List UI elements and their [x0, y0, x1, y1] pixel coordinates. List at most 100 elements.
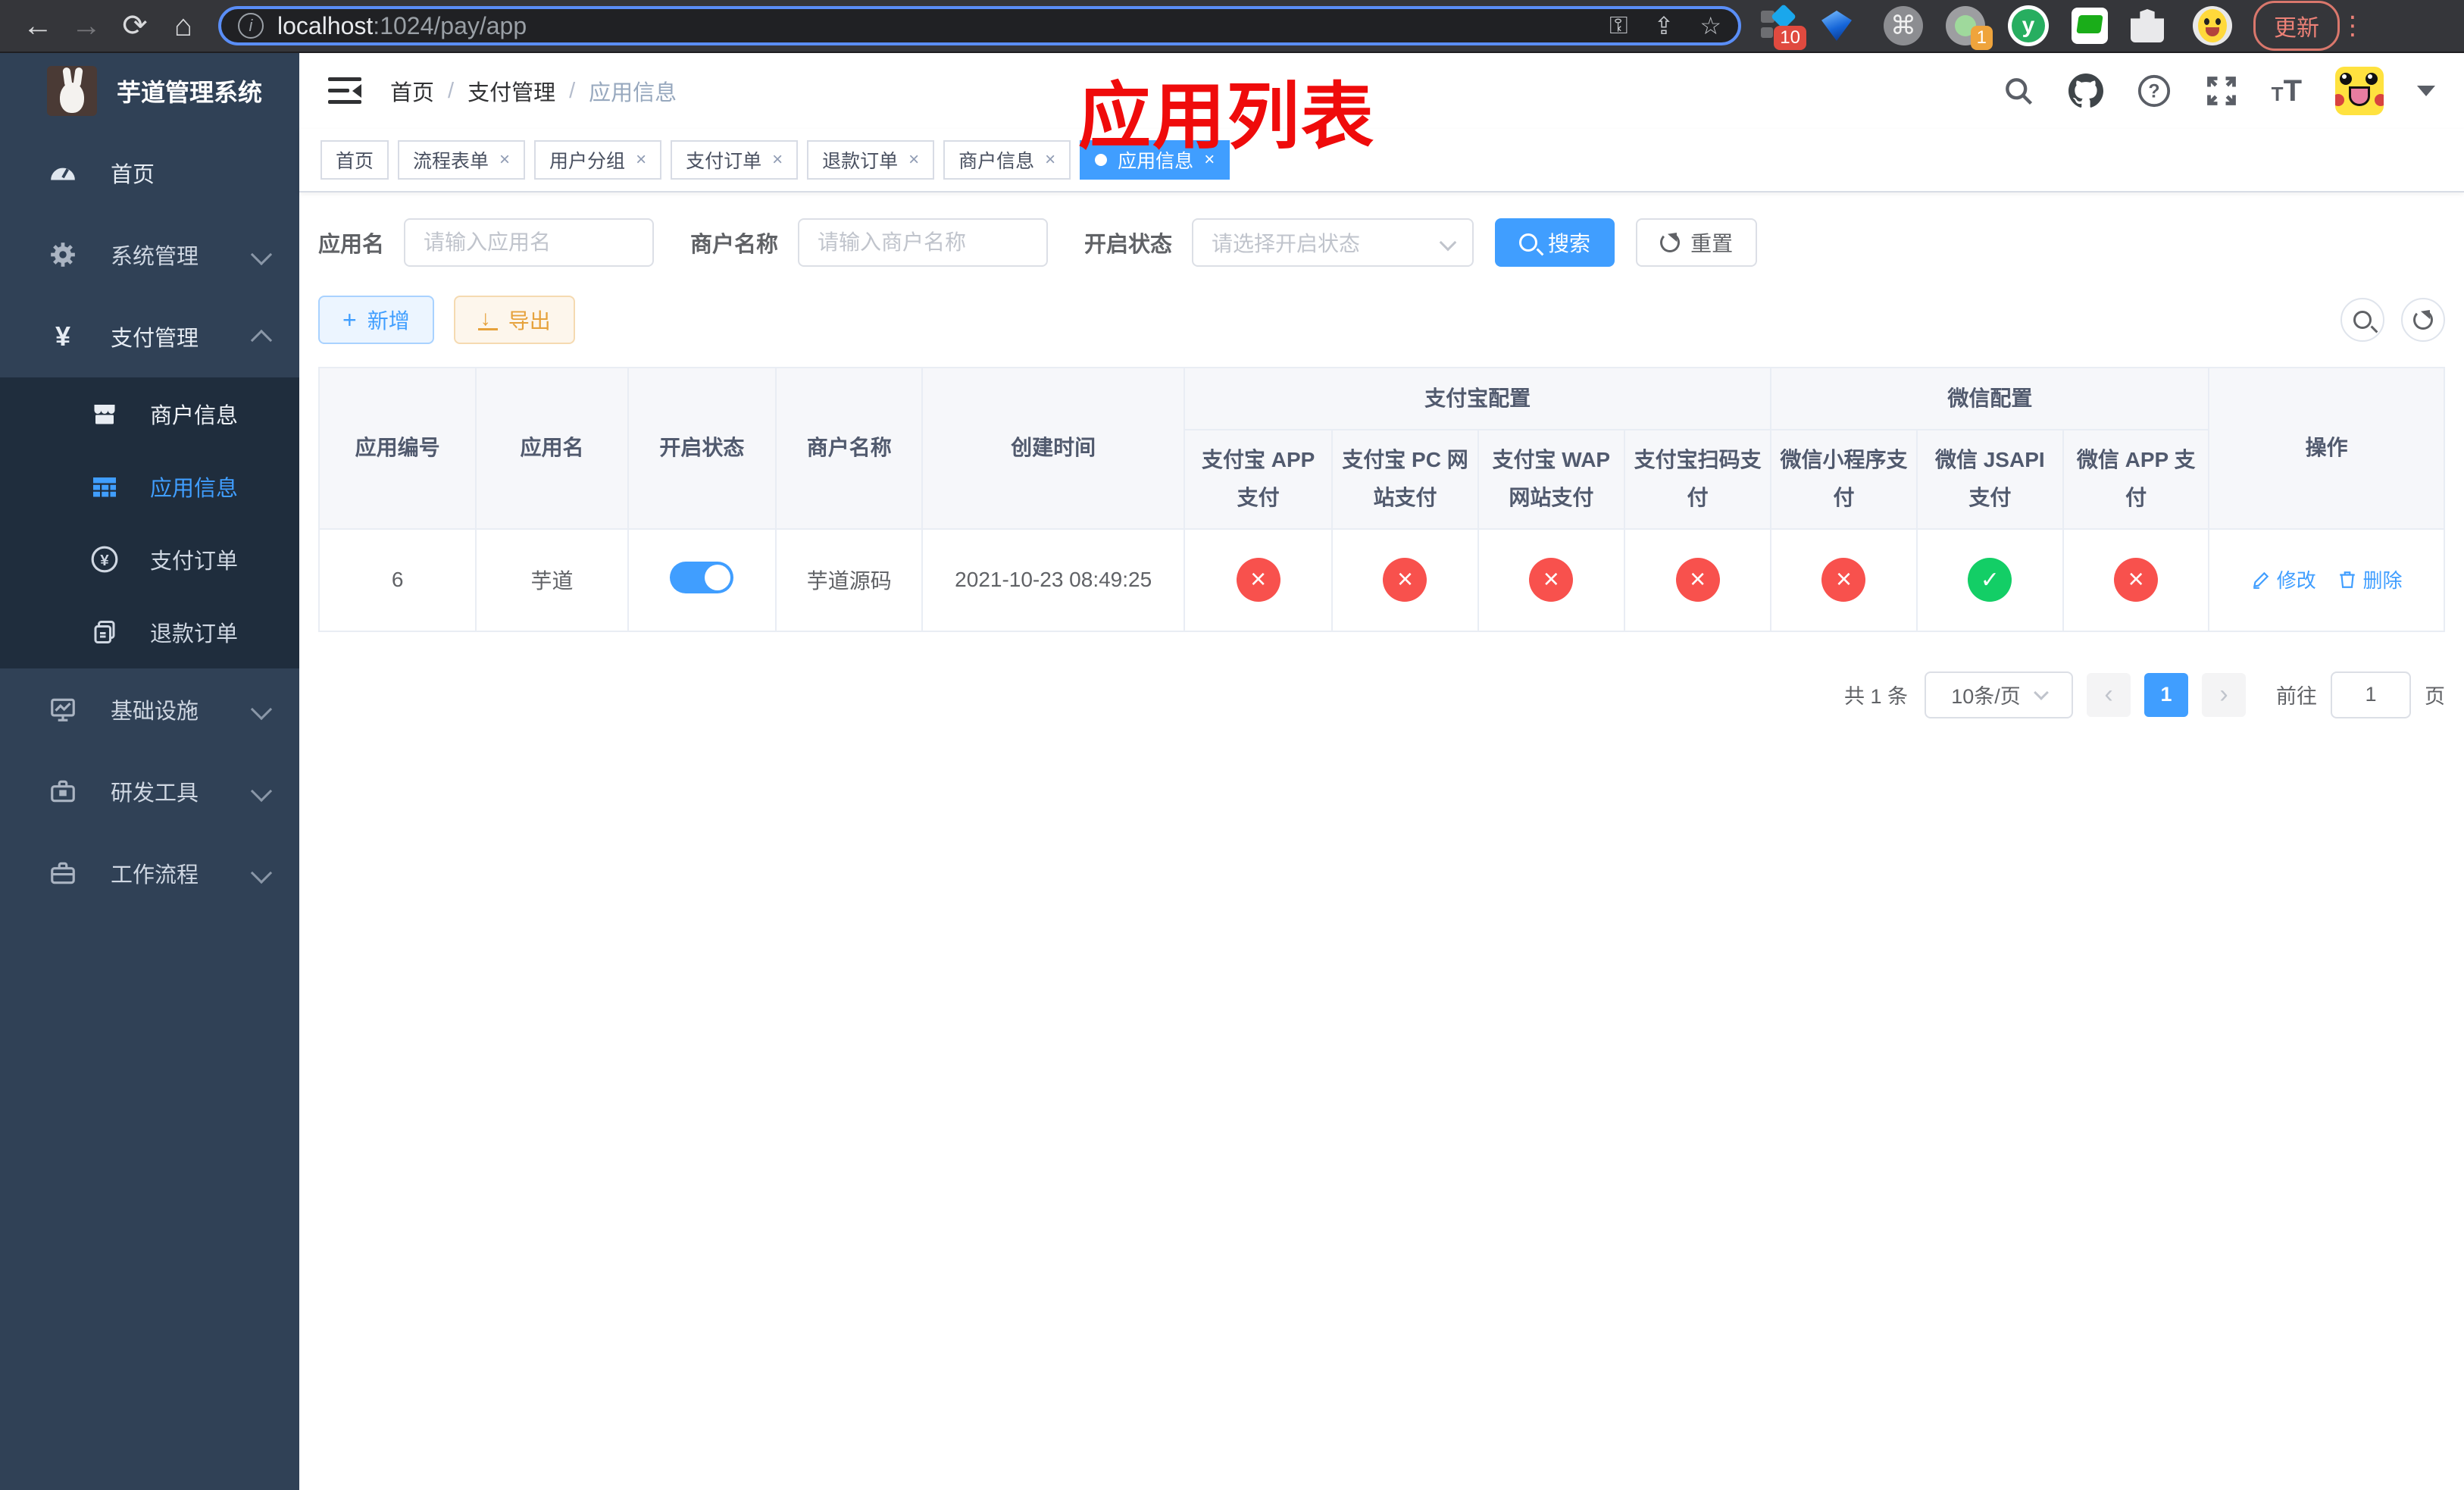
extension-raycast-icon[interactable]: 10 [1759, 4, 1806, 50]
goto-suffix: 页 [2425, 685, 2445, 709]
delete-link[interactable]: 删除 [2337, 565, 2403, 593]
extension-recorder-icon[interactable]: 1 [1946, 6, 1993, 50]
close-icon[interactable]: × [1045, 149, 1055, 171]
breadcrumb-payment[interactable]: 支付管理 [467, 75, 555, 107]
close-icon[interactable]: × [636, 149, 646, 171]
extension-command-icon[interactable]: ⌘ [1884, 6, 1923, 45]
export-button[interactable]: 导出 [453, 296, 575, 344]
breadcrumb-home[interactable]: 首页 [390, 75, 434, 107]
sidebar-item-merchant-info[interactable]: 商户信息 [0, 377, 299, 450]
chevron-down-icon [250, 780, 273, 803]
yen-icon: ¥ [55, 321, 71, 352]
search-icon [1519, 233, 1538, 252]
tab-user-group[interactable]: 用户分组 × [534, 140, 662, 180]
sidebar-item-payment[interactable]: ¥ 支付管理 [0, 296, 299, 377]
font-size-icon[interactable]: TT [2272, 76, 2302, 106]
site-info-icon[interactable]: i [238, 13, 264, 39]
search-form: 应用名 商户名称 开启状态 请选择开启状态 搜索 重置 [318, 218, 2445, 267]
col-status: 开启状态 [627, 367, 777, 530]
goto-page-input[interactable] [2331, 671, 2411, 718]
reset-button[interactable]: 重置 [1636, 218, 1758, 267]
refresh-table-button[interactable] [2401, 298, 2445, 342]
status-select[interactable]: 请选择开启状态 [1192, 218, 1474, 267]
edit-link[interactable]: 修改 [2251, 565, 2316, 593]
document-icon [89, 617, 120, 647]
forward-icon[interactable]: → [62, 1, 111, 51]
col-alipay-app: 支付宝 APP 支付 [1183, 429, 1334, 530]
add-button[interactable]: + 新增 [318, 296, 434, 344]
sidebar-item-workflow[interactable]: 工作流程 [0, 832, 299, 914]
refresh-icon [2413, 310, 2433, 330]
profile-avatar[interactable] [2193, 6, 2232, 45]
extension-gem-icon[interactable] [1821, 6, 1861, 45]
payment-submenu: 商户信息 应用信息 ¥ 支付订单 退款订单 [0, 377, 299, 668]
toggle-search-button[interactable] [2340, 298, 2384, 342]
address-bar[interactable]: i localhost:1024/pay/app ⚿ ⇪ ☆ [218, 6, 1741, 45]
sidebar-item-system[interactable]: 系统管理 [0, 214, 299, 296]
alipay-pc-status-off-icon [1383, 558, 1427, 603]
collapse-sidebar-icon[interactable] [328, 77, 361, 105]
url-text[interactable]: localhost:1024/pay/app [277, 12, 527, 40]
chevron-down-icon [2033, 684, 2049, 700]
sidebar-item-home[interactable]: 首页 [0, 132, 299, 214]
close-icon[interactable]: × [499, 149, 510, 171]
page-1-button[interactable]: 1 [2144, 672, 2188, 717]
sidebar-item-label: 应用信息 [150, 477, 239, 501]
tab-process-form[interactable]: 流程表单 × [398, 140, 526, 180]
edit-pen-icon [2253, 571, 2269, 589]
password-key-icon[interactable]: ⚿ [1609, 11, 1628, 40]
extension-yuque-icon[interactable]: y [2008, 5, 2049, 46]
fullscreen-icon[interactable] [2205, 74, 2238, 108]
sidebar-item-infrastructure[interactable]: 基础设施 [0, 668, 299, 750]
close-icon[interactable]: × [908, 149, 919, 171]
tab-refund-orders[interactable]: 退款订单 × [807, 140, 935, 180]
trash-icon [2339, 571, 2355, 588]
app-name-input[interactable] [404, 218, 655, 267]
sidebar-item-app-info[interactable]: 应用信息 [0, 450, 299, 523]
alipay-app-status-off-icon [1236, 558, 1280, 603]
sidebar-item-pay-orders[interactable]: ¥ 支付订单 [0, 523, 299, 596]
browser-menu-icon[interactable]: ⋮ [2340, 11, 2366, 41]
user-avatar[interactable] [2335, 67, 2384, 115]
bookmark-star-icon[interactable]: ☆ [1699, 11, 1721, 40]
sidebar-item-refund-orders[interactable]: 退款订单 [0, 596, 299, 668]
annotation-title: 应用列表 [1078, 77, 1375, 158]
reload-icon[interactable]: ⟳ [111, 1, 159, 51]
github-icon[interactable] [2068, 74, 2103, 108]
update-label: 更新 [2274, 16, 2319, 41]
tab-home[interactable]: 首页 [321, 140, 389, 180]
search-button[interactable]: 搜索 [1495, 218, 1615, 267]
back-icon[interactable]: ← [14, 1, 62, 51]
sidebar-logo[interactable]: 芋道管理系统 [0, 53, 299, 129]
avatar-caret-icon[interactable] [2417, 86, 2435, 96]
share-icon[interactable]: ⇪ [1654, 11, 1674, 40]
tab-pay-orders[interactable]: 支付订单 × [671, 140, 799, 180]
browser-update-button[interactable]: 更新 [2253, 1, 2340, 51]
pagination: 共 1 条 10条/页 ‹ 1 › 前往 页 [318, 671, 2445, 718]
help-icon[interactable]: ? [2137, 74, 2172, 108]
col-alipay-qr: 支付宝扫码支付 [1623, 429, 1772, 530]
toolbox-icon [47, 775, 79, 807]
status-label: 开启状态 [1084, 233, 1173, 257]
col-alipay-wap: 支付宝 WAP 网站支付 [1477, 429, 1625, 530]
monitor-chart-icon [47, 693, 79, 725]
sidebar-item-label: 商户信息 [150, 404, 239, 428]
svg-text:?: ? [2148, 81, 2159, 102]
tab-merchant-info[interactable]: 商户信息 × [943, 140, 1071, 180]
sidebar-item-dev-tools[interactable]: 研发工具 [0, 750, 299, 832]
goto-prefix: 前往 [2276, 685, 2317, 709]
home-icon[interactable]: ⌂ [159, 1, 208, 51]
tags-view: 首页 流程表单 × 用户分组 × 支付订单 × 退款订单 × 商户信息 × 应用信息 × [299, 129, 2464, 193]
page-content: 应用名 商户名称 开启状态 请选择开启状态 搜索 重置 [299, 193, 2464, 1490]
page-size-select[interactable]: 10条/页 [1925, 671, 2073, 718]
navbar: 首页 / 支付管理 / 应用信息 ? TT [299, 53, 2464, 129]
merchant-name-input[interactable] [798, 218, 1049, 267]
extensions-puzzle-icon[interactable] [2131, 6, 2170, 45]
close-icon[interactable]: × [772, 149, 783, 171]
next-page-button[interactable]: › [2202, 672, 2246, 717]
enabled-toggle[interactable] [670, 561, 734, 593]
extension-wechat-icon[interactable] [2072, 8, 2108, 44]
sidebar-item-label: 研发工具 [111, 781, 199, 806]
prev-page-button[interactable]: ‹ [2087, 672, 2131, 717]
search-icon[interactable] [2002, 74, 2035, 108]
